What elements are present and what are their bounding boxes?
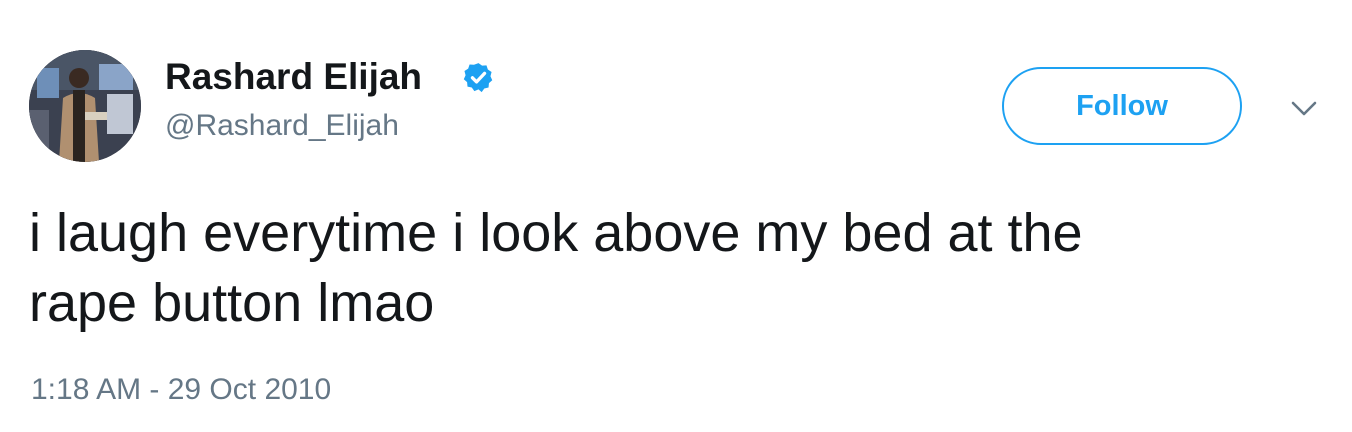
tweet-text: i laugh everytime i look above my bed at…: [29, 198, 1319, 338]
display-name[interactable]: Rashard Elijah: [165, 57, 422, 97]
avatar-image: [29, 50, 141, 162]
avatar[interactable]: [29, 50, 141, 162]
tweet-text-line: i laugh everytime i look above my bed at…: [29, 203, 1083, 263]
tweet-text-line: rape button lmao: [29, 273, 435, 333]
follow-button[interactable]: Follow: [1002, 67, 1242, 145]
tweet-card: Rashard Elijah @Rashard_Elijah Follow i …: [0, 0, 1352, 432]
chevron-down-icon[interactable]: [1288, 92, 1320, 124]
user-handle[interactable]: @Rashard_Elijah: [165, 108, 399, 144]
verified-badge-icon: [463, 63, 493, 93]
tweet-timestamp[interactable]: 1:18 AM - 29 Oct 2010: [31, 372, 331, 408]
